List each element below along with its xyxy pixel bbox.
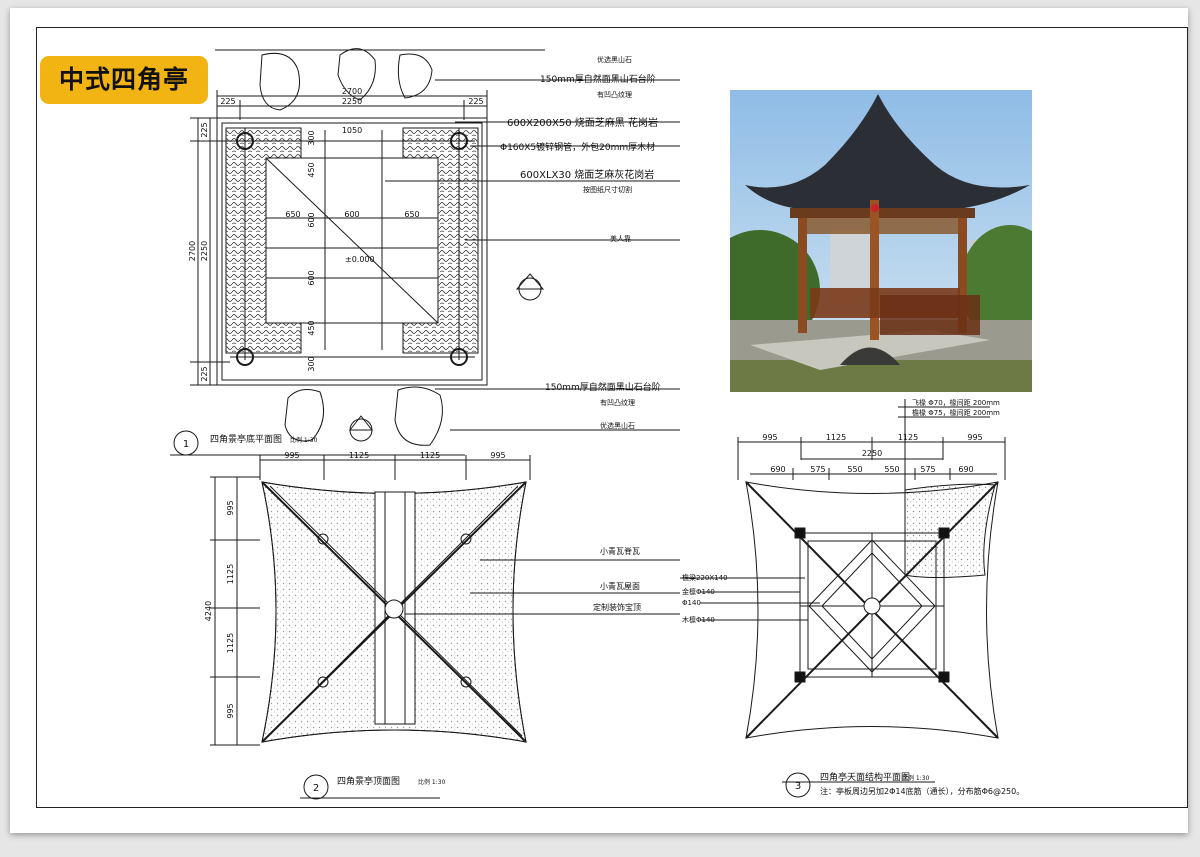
dim-top-mid: 2250 [342,97,362,106]
p2-note-3: 定制装饰宝顶 [593,602,641,612]
dim-left-2: 2250 [200,241,209,261]
note-6: 600XLX30 烧面芝麻灰花岗岩 [520,168,654,181]
plan2-number: 2 [313,783,319,794]
note-10: 有凹凸纹理 [600,398,635,407]
roof-structure-plan [680,399,1006,798]
p3-dim-bot-6: 690 [958,465,973,474]
plan1-scale: 比例 1:30 [290,436,318,444]
p3-dim-top-3: 1125 [898,433,918,442]
p2-dim-left-total: 4240 [204,601,213,621]
level-mark: ±0.000 [345,255,375,264]
dim-top-total: 2700 [342,87,362,96]
plan3-scale: 比例 1:30 [902,774,930,782]
p2-note-2: 小青瓦屋面 [600,581,640,591]
pavilion-illustration [730,90,1032,392]
plan3-labels: 995 1125 1125 995 2250 690 575 550 550 5… [682,398,1024,796]
note-1: 优选黑山石 [597,55,632,64]
plan3-note: 注：亭板周边另加2Φ14底筋（通长），分布筋Φ6@250。 [820,786,1024,796]
note-11: 优选黑山石 [600,421,635,430]
p3-dim-bot-4: 550 [884,465,899,474]
p3-side-1: 檐梁220X140 [682,573,728,582]
p2-dim-left-1: 995 [226,500,235,515]
p2-dim-top-1: 995 [284,451,299,460]
plan2-caption: 四角景亭顶面图 [337,775,400,787]
dim-vert-2: 450 [307,162,316,177]
dim-left-3: 225 [200,366,209,381]
p2-note-1: 小青瓦脊瓦 [600,546,640,556]
dim-vert-1: 300 [307,130,316,145]
note-9: 150mm厚自然面黑山石台阶 [545,381,661,393]
note-2: 150mm厚自然面黑山石台阶 [540,73,656,85]
floor-plan [170,48,680,456]
p3-dim-top-2: 1125 [826,433,846,442]
note-4: 600X200X50 烧面芝麻黑 花岗岩 [507,116,658,129]
roof-plan [210,455,680,800]
p2-dim-top-3: 1125 [420,451,440,460]
dim-vert-6: 300 [307,356,316,371]
dim-row-2: 600 [344,210,359,219]
p3-dim-bot-1: 690 [770,465,785,474]
p3-dim-bot-3: 550 [847,465,862,474]
p3-dim-top-4: 995 [967,433,982,442]
dim-vert-4: 600 [307,270,316,285]
dim-row-1: 650 [285,210,300,219]
note-5: Φ160X5镀锌钢管，外包20mm厚木材 [500,141,655,153]
p3-side-3: Φ140 [682,599,701,607]
dim-row-3: 650 [404,210,419,219]
plan3-number: 3 [795,781,801,792]
dim-left-1: 225 [200,122,209,137]
p2-dim-top-4: 995 [490,451,505,460]
p3-dim-bot-2: 575 [810,465,825,474]
p3-dim-bot-5: 575 [920,465,935,474]
p2-dim-top-2: 1125 [349,451,369,460]
note-8: 美人靠 [610,234,631,243]
dim-inner-top: 1050 [342,126,362,135]
note-3: 有凹凸纹理 [597,90,632,99]
plan3-caption: 四角亭天面结构平面图 [820,771,910,783]
pavilion-photo [730,90,1032,392]
p2-dim-left-3: 1125 [226,633,235,653]
p3-side-4: 木檩Φ140 [682,615,715,624]
plan1-notes: 优选黑山石 150mm厚自然面黑山石台阶 有凹凸纹理 600X200X50 烧面… [500,55,661,430]
p2-dim-left-4: 995 [226,703,235,718]
dim-left-total: 2700 [188,241,197,261]
dim-top-left: 225 [220,97,235,106]
note-7: 按图纸尺寸切割 [583,185,632,194]
dim-vert-3: 600 [307,212,316,227]
p3-spec-2: 檐椽 Φ75，椽间距 200mm [912,408,1000,417]
page-title: 中式四角亭 [40,56,208,104]
p2-dim-left-2: 1125 [226,564,235,584]
plan1-caption: 四角景亭底平面图 [210,433,282,445]
p3-dim-mid: 2250 [862,449,882,458]
dim-vert-5: 450 [307,320,316,335]
dim-top-right: 225 [468,97,483,106]
plan2-scale: 比例 1:30 [418,778,446,786]
p3-dim-top-1: 995 [762,433,777,442]
plan1-number: 1 [183,439,189,450]
p3-spec-1: 飞椽 Φ70，椽间距 200mm [912,398,1000,407]
p3-side-2: 金檩Φ140 [682,587,715,596]
